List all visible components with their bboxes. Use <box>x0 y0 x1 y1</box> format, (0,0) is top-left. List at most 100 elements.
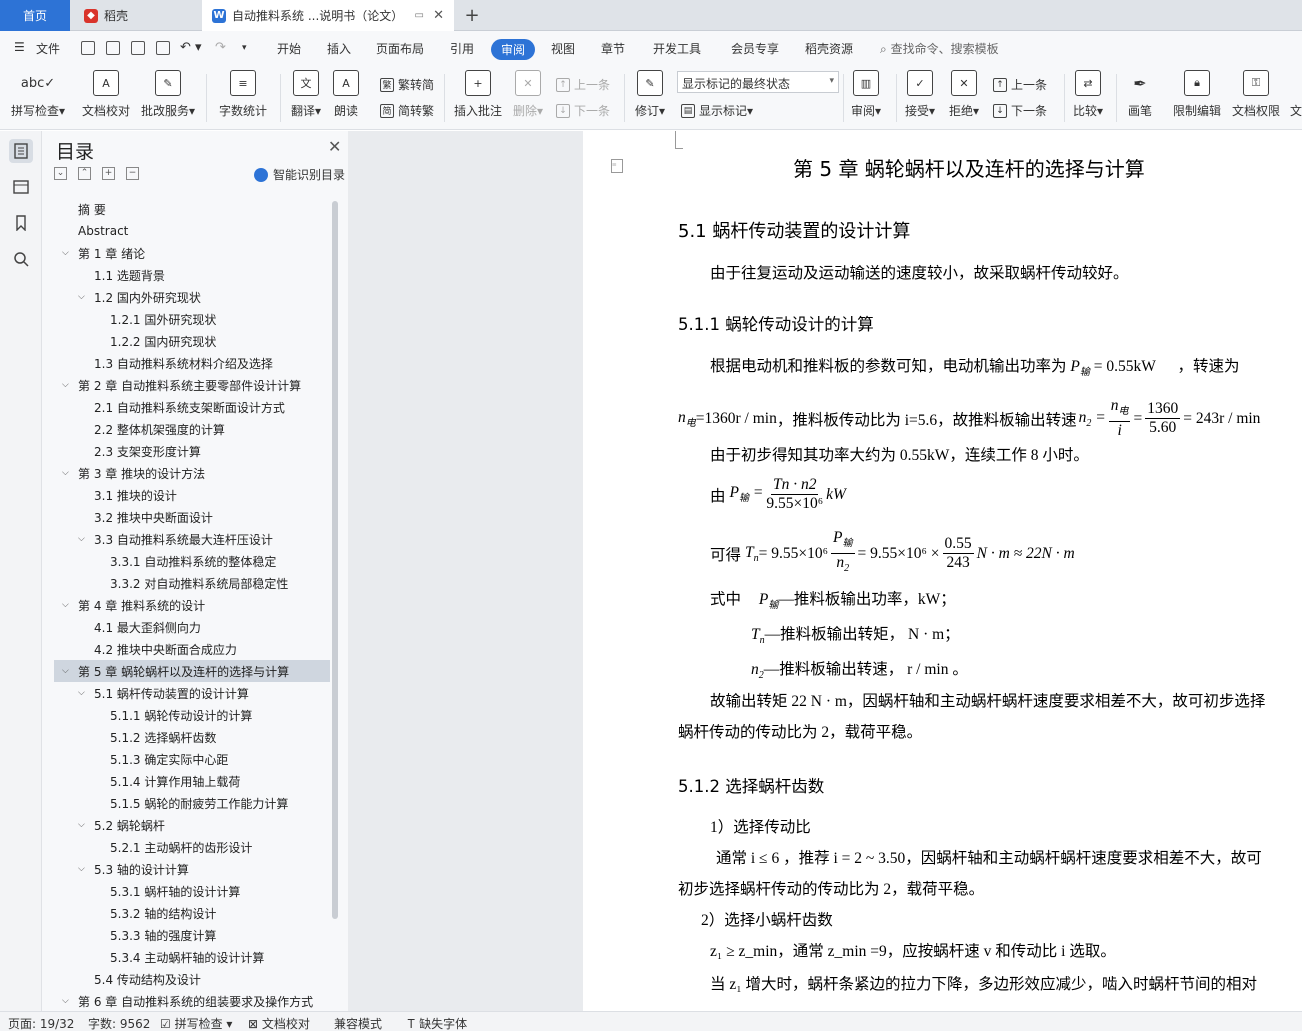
tab-home[interactable]: 首页 <box>0 0 70 31</box>
toc-item[interactable]: Abstract <box>54 220 330 242</box>
print-icon[interactable] <box>131 41 145 55</box>
toc-item[interactable]: ⌵ 第 3 章 推块的设计方法 <box>54 462 330 484</box>
menu-developer[interactable]: 开发工具 <box>653 40 701 57</box>
document-page[interactable]: ≡ 第 5 章 蜗轮蜗杆以及连杆的选择与计算 5.1 蜗杆传动装置的设计计算 由… <box>583 131 1302 1011</box>
toc-item[interactable]: 2.1 自动推料系统支架断面设计方式 <box>54 396 330 418</box>
word-count-button[interactable]: ≡ 字数统计 <box>213 70 273 119</box>
spellcheck-status[interactable]: ☑ 拼写检查 ▾ <box>160 1015 232 1031</box>
search-panel-icon[interactable] <box>9 247 33 271</box>
chevron-down-icon[interactable]: ⌵ <box>78 534 88 544</box>
menu-reference[interactable]: 引用 <box>450 40 474 57</box>
ribbon-overflow-label[interactable]: 文 <box>1290 102 1302 119</box>
smart-toc-button[interactable]: 智能识别目录 <box>254 166 345 183</box>
toc-item[interactable]: 4.2 推块中央断面合成应力 <box>54 638 330 660</box>
delete-comment-button[interactable]: ✕ 删除▾ <box>498 70 558 119</box>
toc-scrollbar[interactable] <box>332 201 338 919</box>
pin-icon[interactable]: ▭ <box>415 10 424 21</box>
doc-rights-button[interactable]: ⚿ 文档权限 <box>1226 70 1286 119</box>
toc-item[interactable]: 2.2 整体机架强度的计算 <box>54 418 330 440</box>
close-icon[interactable]: ✕ <box>328 137 341 156</box>
menu-view[interactable]: 视图 <box>551 40 575 57</box>
toc-item[interactable]: 5.3.3 轴的强度计算 <box>54 924 330 946</box>
toc-item[interactable]: 1.2.2 国内研究现状 <box>54 330 330 352</box>
toc-item[interactable]: 5.3.1 蜗杆轴的设计计算 <box>54 880 330 902</box>
annotate-service-button[interactable]: ✎ 批改服务▾ <box>138 70 198 119</box>
toc-item[interactable]: 2.3 支架变形度计算 <box>54 440 330 462</box>
export-icon[interactable] <box>106 41 120 55</box>
toc-item[interactable]: 1.2.1 国外研究现状 <box>54 308 330 330</box>
tab-daoke[interactable]: ◆ 稻壳 <box>72 0 200 31</box>
menu-daoke-resources[interactable]: 稻壳资源 <box>805 40 853 57</box>
new-tab-button[interactable]: + <box>462 0 482 31</box>
toc-item[interactable]: 5.3.4 主动蜗杆轴的设计计算 <box>54 946 330 968</box>
print-preview-icon[interactable] <box>156 41 170 55</box>
menu-chapter[interactable]: 章节 <box>601 40 625 57</box>
chevron-down-icon[interactable]: ⌵ <box>78 688 88 698</box>
next-comment-button[interactable]: ↓ 下一条 <box>556 102 610 119</box>
to-simplified-button[interactable]: 简简转繁 <box>380 102 434 119</box>
pen-button[interactable]: ✒ 画笔 <box>1110 70 1170 119</box>
toc-item[interactable]: ⌵ 第 6 章 自动推料系统的组装要求及操作方式 <box>54 990 330 1012</box>
spellcheck-button[interactable]: abc✓ 拼写检查▾ <box>8 70 68 119</box>
toc-item[interactable]: ⌵ 第 2 章 自动推料系统主要零部件设计计算 <box>54 374 330 396</box>
toc-item[interactable]: 1.3 自动推料系统材料介绍及选择 <box>54 352 330 374</box>
toc-item[interactable]: 5.1.2 选择蜗杆齿数 <box>54 726 330 748</box>
menu-review[interactable]: 审阅 <box>491 39 536 60</box>
word-count-indicator[interactable]: 字数: 9562 <box>88 1015 150 1031</box>
toc-item[interactable]: 3.2 推块中央断面设计 <box>54 506 330 528</box>
toc-item[interactable]: 4.1 最大歪斜侧向力 <box>54 616 330 638</box>
markup-state-select[interactable]: 显示标记的最终状态 ▾ <box>677 71 839 93</box>
toc-item[interactable]: 5.1.5 蜗轮的耐疲劳工作能力计算 <box>54 792 330 814</box>
toc-item[interactable]: ⌵ 第 5 章 蜗轮蜗杆以及连杆的选择与计算 <box>54 660 330 682</box>
toc-item[interactable]: ⌵ 第 4 章 推料系统的设计 <box>54 594 330 616</box>
missing-font-status[interactable]: Ꭲ 缺失字体 <box>408 1015 467 1031</box>
toc-item[interactable]: 5.3.2 轴的结构设计 <box>54 902 330 924</box>
redo-icon[interactable]: ↷ <box>215 40 226 55</box>
compare-button[interactable]: ⇄ 比较▾ <box>1058 70 1118 119</box>
toc-item[interactable]: 3.1 推块的设计 <box>54 484 330 506</box>
collapse-all-icon[interactable]: ⌄ <box>54 167 67 180</box>
menu-page-layout[interactable]: 页面布局 <box>376 40 424 57</box>
toc-item[interactable]: ⌵ 3.3 自动推料系统最大连杆压设计 <box>54 528 330 550</box>
next-change-button[interactable]: ↓ 下一条 <box>993 102 1047 119</box>
reject-button[interactable]: ✕ 拒绝▾ <box>934 70 994 119</box>
menu-insert[interactable]: 插入 <box>327 40 351 57</box>
toc-item[interactable]: 3.3.1 自动推料系统的整体稳定 <box>54 550 330 572</box>
toc-item[interactable]: 摘 要 <box>54 198 330 220</box>
toc-item[interactable]: 3.3.2 对自动推料系统局部稳定性 <box>54 572 330 594</box>
chevron-down-icon[interactable]: ⌵ <box>62 600 72 610</box>
chevron-down-icon[interactable]: ⌵ <box>62 468 72 478</box>
chevron-down-icon[interactable]: ⌵ <box>62 666 72 676</box>
toc-item[interactable]: ⌵ 1.2 国内外研究现状 <box>54 286 330 308</box>
hamburger-icon[interactable]: ☰ <box>14 40 25 54</box>
read-aloud-button[interactable]: A 朗读 <box>316 70 376 119</box>
toc-item[interactable]: 5.1.3 确定实际中心距 <box>54 748 330 770</box>
chevron-down-icon[interactable]: ⌵ <box>78 864 88 874</box>
toc-item[interactable]: 5.1.1 蜗轮传动设计的计算 <box>54 704 330 726</box>
chevron-down-icon[interactable]: ⌵ <box>78 820 88 830</box>
remove-heading-icon[interactable]: − <box>126 167 139 180</box>
menu-member[interactable]: 会员专享 <box>731 40 779 57</box>
save-icon[interactable] <box>81 41 95 55</box>
toc-item[interactable]: 1.1 选题背景 <box>54 264 330 286</box>
toc-item[interactable]: 5.4 传动结构及设计 <box>54 968 330 990</box>
bookmark-icon[interactable] <box>9 211 33 235</box>
add-heading-icon[interactable]: + <box>102 167 115 180</box>
close-tab-icon[interactable]: ✕ <box>433 8 444 23</box>
command-search[interactable]: ⌕ 查找命令、搜索模板 <box>880 40 999 57</box>
toc-item[interactable]: ⌵ 5.3 轴的设计计算 <box>54 858 330 880</box>
show-markup-button[interactable]: ▤ 显示标记 ▾ <box>681 102 753 119</box>
to-traditional-button[interactable]: 繁繁转简 <box>380 76 434 93</box>
chevron-down-icon[interactable]: ⌵ <box>62 380 72 390</box>
nav-panel-icon[interactable] <box>9 175 33 199</box>
proof-status[interactable]: ⊠ 文档校对 <box>248 1015 310 1031</box>
track-changes-button[interactable]: ✎ 修订▾ <box>620 70 680 119</box>
expand-up-icon[interactable]: ⌃ <box>78 167 91 180</box>
menu-start[interactable]: 开始 <box>277 40 301 57</box>
chevron-down-icon[interactable]: ⌵ <box>78 292 88 302</box>
review-pane-button[interactable]: ▥ 审阅▾ <box>836 70 896 119</box>
page-indicator[interactable]: 页面: 19/32 <box>8 1015 74 1031</box>
menu-file[interactable]: 文件 <box>36 40 60 57</box>
toc-item[interactable]: ⌵ 5.2 蜗轮蜗杆 <box>54 814 330 836</box>
tab-document[interactable]: W 自动推料系统 ...说明书（论文） ▭ ✕ <box>202 0 454 31</box>
